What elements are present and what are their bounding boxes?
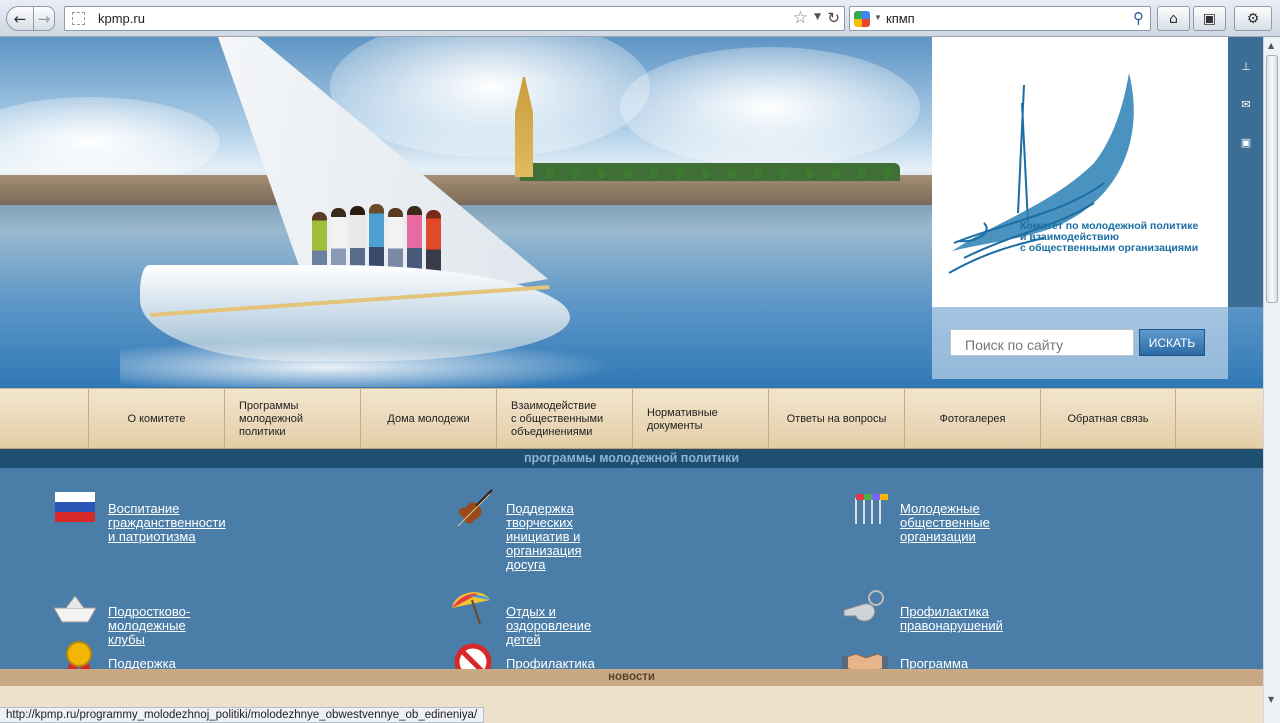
back-button[interactable]: ← — [6, 6, 34, 31]
nav-item-documents[interactable]: Нормативные документы — [632, 389, 768, 450]
camera-icon[interactable]: ▣ — [1240, 137, 1252, 149]
google-icon[interactable] — [854, 11, 870, 27]
main-navigation: О комитете Программы молодежной политики… — [0, 388, 1263, 450]
programs-grid: Воспитание гражданственности и патриотиз… — [0, 468, 1263, 699]
logo-text: Комитет по молодежной политике и взаимод… — [1020, 220, 1199, 254]
water-splash-image — [120, 337, 640, 387]
home-button[interactable]: ⌂ — [1157, 6, 1190, 31]
trees-image — [520, 163, 900, 181]
whistle-icon — [843, 590, 884, 622]
site-search-input[interactable] — [950, 329, 1134, 356]
mail-icon[interactable]: ✉ — [1240, 99, 1252, 111]
programs-heading: программы молодежной политики — [0, 449, 1263, 468]
scroll-down-icon[interactable]: ▼ — [1268, 695, 1274, 704]
quick-links-strip — [1228, 37, 1263, 307]
committee-logo-icon[interactable] — [944, 73, 1234, 293]
addon-button[interactable]: ⚙ — [1234, 6, 1272, 31]
site-identity-icon[interactable] — [72, 12, 85, 25]
browser-search-bar[interactable]: ▼ кпмп ⚲ — [849, 6, 1151, 31]
news-heading: новости — [0, 669, 1263, 686]
reload-icon[interactable]: ↻ — [827, 9, 840, 27]
russian-flag-icon — [55, 492, 95, 522]
forward-button[interactable]: → — [33, 6, 55, 31]
nav-item-cooperation[interactable]: Взаимодействие с общественными объединен… — [496, 389, 632, 450]
back-arrow-icon: ← — [13, 9, 27, 28]
scroll-up-icon[interactable]: ▲ — [1268, 41, 1274, 50]
engine-dropdown-icon[interactable]: ▼ — [874, 13, 882, 22]
nav-item-gallery[interactable]: Фотогалерея — [904, 389, 1040, 450]
browser-search-text: кпмп — [886, 11, 915, 26]
paper-boat-icon — [53, 595, 97, 623]
forward-arrow-icon: → — [37, 9, 51, 28]
address-text: kpmp.ru — [98, 11, 145, 26]
cloud-shape — [620, 47, 920, 167]
nav-item-programs[interactable]: Программы молодежной политики — [224, 389, 360, 450]
bookmarks-icon: ▣ — [1202, 10, 1217, 27]
bookmark-star-icon[interactable]: ☆ — [793, 8, 808, 28]
cloud-shape — [0, 97, 220, 187]
nav-item-about[interactable]: О комитете — [88, 389, 224, 450]
bookmarks-button[interactable]: ▣ — [1193, 6, 1226, 31]
status-bar-url: http://kpmp.ru/programmy_molodezhnoj_pol… — [0, 707, 485, 723]
scrollbar-thumb[interactable] — [1266, 55, 1278, 303]
beach-umbrella-icon — [452, 592, 490, 625]
browser-toolbar: ← → kpmp.ru ☆ ▼ ↻ ▼ кпмп ⚲ ⌂ ▣ ⚙ — [0, 0, 1280, 37]
page-viewport: Комитет по молодежной политике и взаимод… — [0, 37, 1263, 723]
history-dropdown-icon[interactable]: ▼ — [814, 12, 821, 22]
hero-banner: Комитет по молодежной политике и взаимод… — [0, 37, 1263, 388]
violin-icon — [457, 489, 493, 527]
search-icon[interactable]: ⚲ — [1133, 9, 1144, 27]
nav-item-faq[interactable]: Ответы на вопросы — [768, 389, 904, 450]
flags-icon — [855, 494, 888, 524]
vertical-scrollbar[interactable]: ▲ ▼ — [1263, 37, 1280, 723]
home-icon: ⌂ — [1169, 10, 1178, 27]
sitemap-icon[interactable]: ⊥ — [1240, 61, 1252, 73]
nav-item-feedback[interactable]: Обратная связь — [1040, 389, 1176, 450]
nav-item-youth-houses[interactable]: Дома молодежи — [360, 389, 496, 450]
address-bar[interactable]: kpmp.ru ☆ ▼ ↻ — [64, 6, 845, 31]
addon-icon: ⚙ — [1246, 10, 1260, 27]
site-search-button[interactable]: ИСКАТЬ — [1139, 329, 1205, 356]
